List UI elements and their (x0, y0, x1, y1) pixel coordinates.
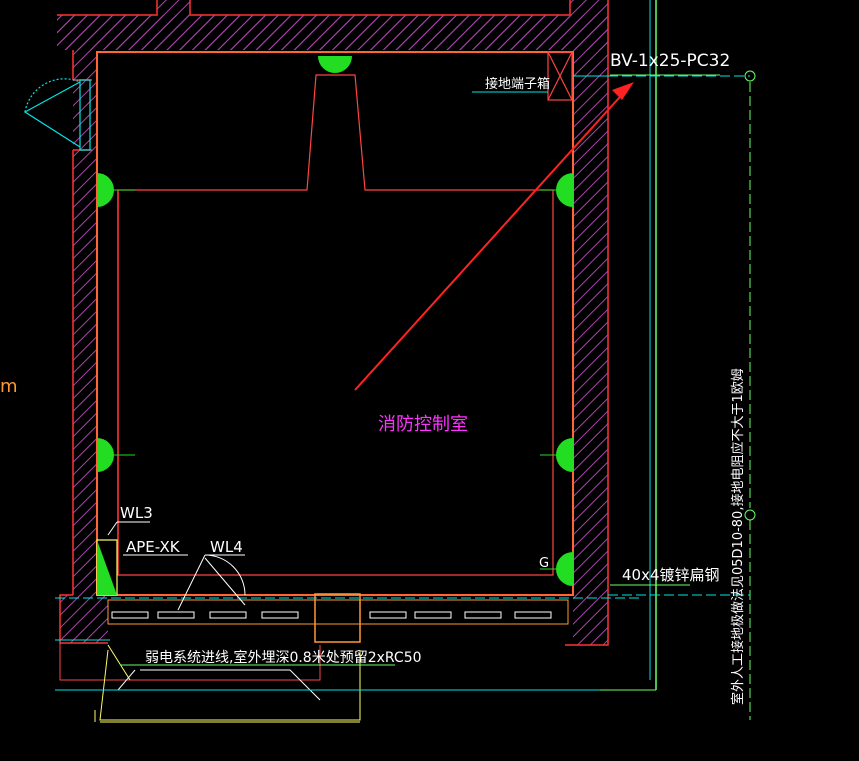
left-wall (73, 50, 97, 595)
door-swing-icon (23, 78, 91, 151)
top-wall-band (57, 15, 608, 50)
inner-room-outline (96, 51, 574, 596)
half-circle-wall-light-icon (318, 56, 352, 73)
cable-spec-label: BV-1x25-PC32 (610, 51, 730, 71)
vertical-note: 室外人工接地极做法见05D10-80,接地电阻应不大于1欧姆 (730, 368, 746, 705)
panel-ape-xk (96, 539, 118, 596)
wl3-label: WL3 (120, 504, 153, 522)
circuit-leaders (107, 521, 246, 611)
wl4-label: WL4 (210, 538, 243, 556)
inner-boundary (117, 74, 554, 576)
cad-floor-plan: BV-1x25-PC32 接地端子箱 消防控制室 WL3 APE-XK WL4 … (0, 0, 756, 723)
weak-current-note: 弱电系统进线,室外埋深0.8米处预留2xRC50 (145, 649, 422, 666)
right-wall (573, 50, 608, 645)
flat-steel-label: 40x4镀锌扁钢 (622, 566, 720, 584)
grounding-box-label: 接地端子箱 (485, 76, 550, 92)
ape-xk-label: APE-XK (126, 538, 181, 556)
bottom-left-wall (60, 595, 108, 643)
socket-g-label: G (539, 556, 549, 571)
x-box-icon (547, 51, 573, 101)
room-name-label: 消防控制室 (378, 414, 468, 435)
fixtures (97, 56, 573, 586)
left-edge-char: m (0, 376, 18, 397)
